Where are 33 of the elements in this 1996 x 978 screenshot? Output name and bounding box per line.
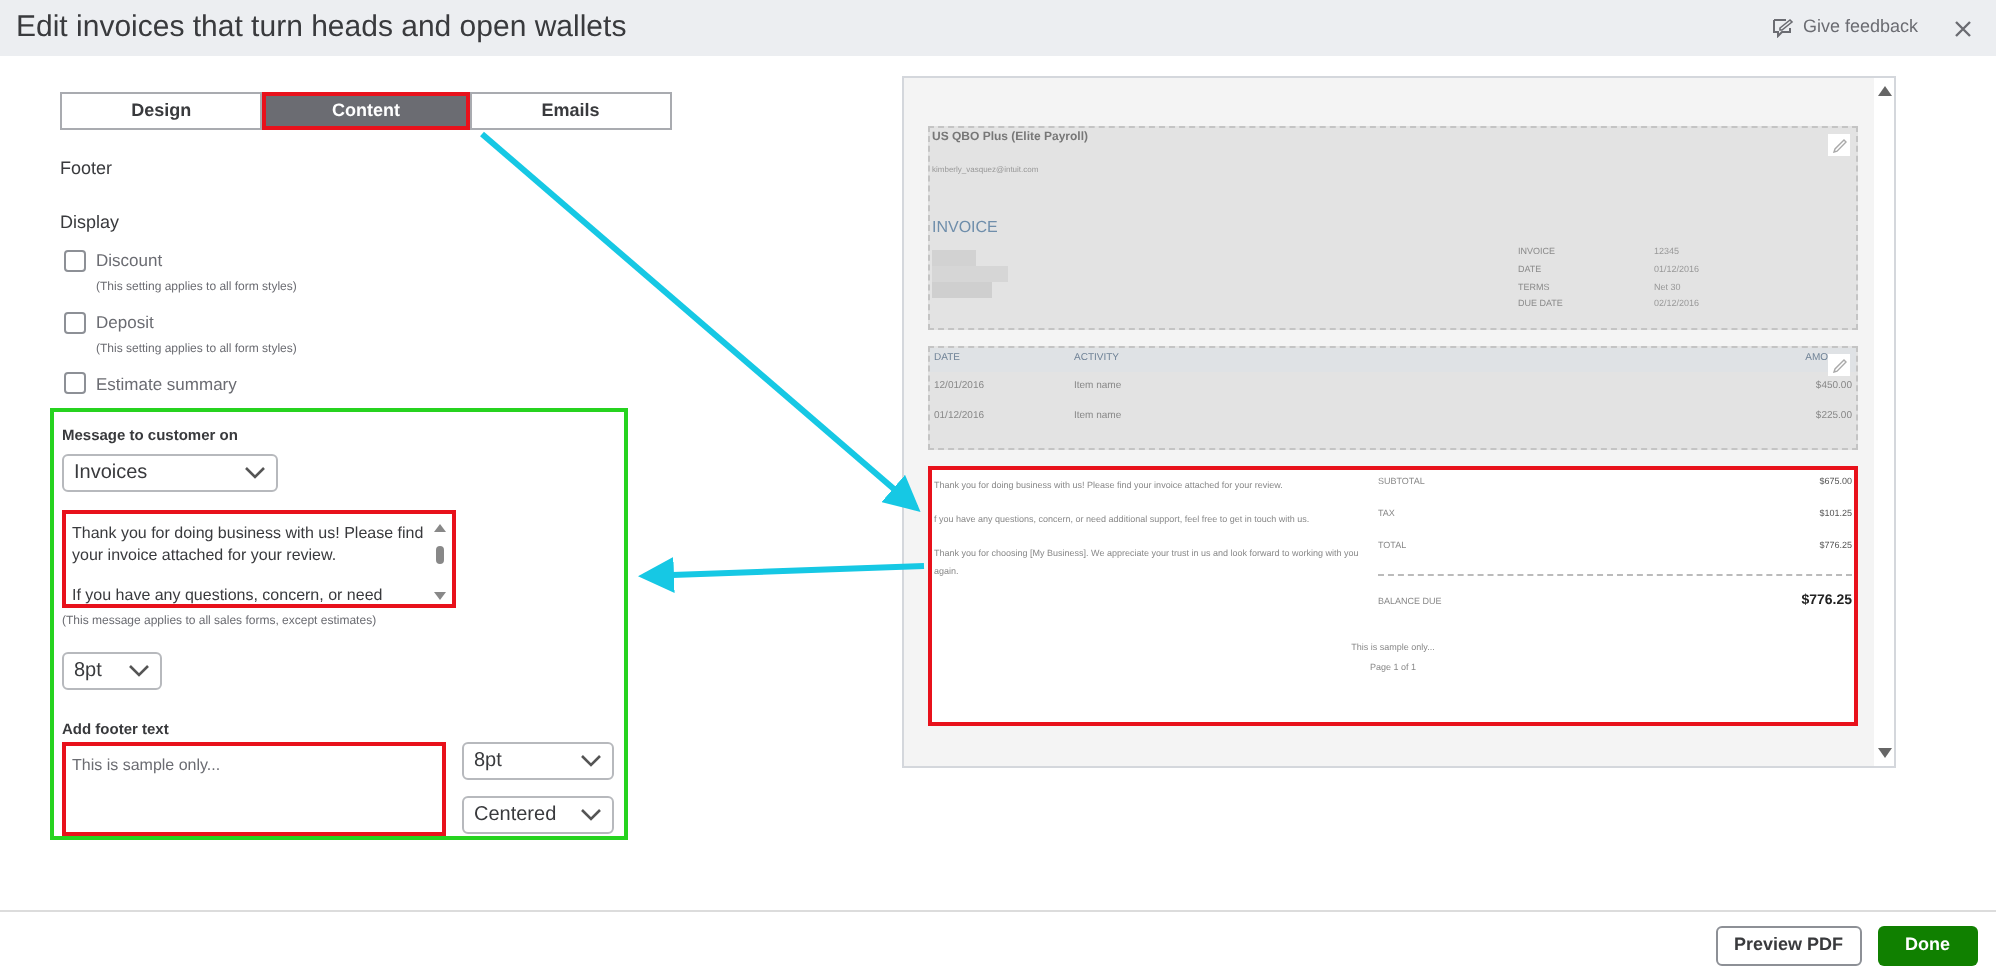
pencil-icon[interactable] xyxy=(1828,354,1850,376)
feedback-button[interactable]: Give feedback xyxy=(1772,14,1918,42)
done-button[interactable]: Done xyxy=(1877,925,1978,965)
feedback-icon xyxy=(1772,18,1795,38)
scroll-up-icon[interactable] xyxy=(1877,86,1891,96)
tab[interactable]: Content xyxy=(262,92,470,130)
checkbox[interactable] xyxy=(64,249,86,272)
font-size-select[interactable]: 8pt xyxy=(62,652,162,690)
chevron-down-icon xyxy=(128,664,150,678)
chevron-down-icon xyxy=(580,808,602,823)
section-label: Footer xyxy=(60,156,115,182)
chevron-down-icon xyxy=(580,754,602,769)
window-title: Edit invoices that turn heads and open wallets xyxy=(16,7,629,48)
tab[interactable]: Emails xyxy=(469,92,672,130)
display-heading: Display xyxy=(60,209,122,236)
checkbox-label: Deposit xyxy=(96,309,154,335)
scroll-down-icon[interactable] xyxy=(1877,748,1891,758)
checkbox-label: Estimate summary xyxy=(96,371,237,397)
tab[interactable]: Design xyxy=(60,92,263,130)
preview-pdf-button[interactable]: Preview PDF xyxy=(1715,925,1861,965)
font-size-select[interactable]: 8pt xyxy=(462,742,614,781)
pencil-icon[interactable] xyxy=(1828,134,1850,156)
document-title: INVOICE xyxy=(932,216,998,240)
message-field[interactable]: Thank you for doing business with us! Please find your invoice attached for your review. If you have any questions, concern, or need xyxy=(62,509,456,608)
checkbox[interactable] xyxy=(64,311,86,334)
scrollbar-icon[interactable] xyxy=(434,521,446,601)
footer-text-field[interactable]: This is sample only... xyxy=(62,742,446,837)
alignment-select[interactable]: Centered xyxy=(462,796,614,835)
checkbox-label: Discount xyxy=(96,248,163,274)
close-icon[interactable] xyxy=(1954,19,1972,37)
chevron-down-icon xyxy=(244,465,266,479)
checkbox[interactable] xyxy=(64,372,86,395)
form-select[interactable]: Invoices xyxy=(62,453,278,491)
